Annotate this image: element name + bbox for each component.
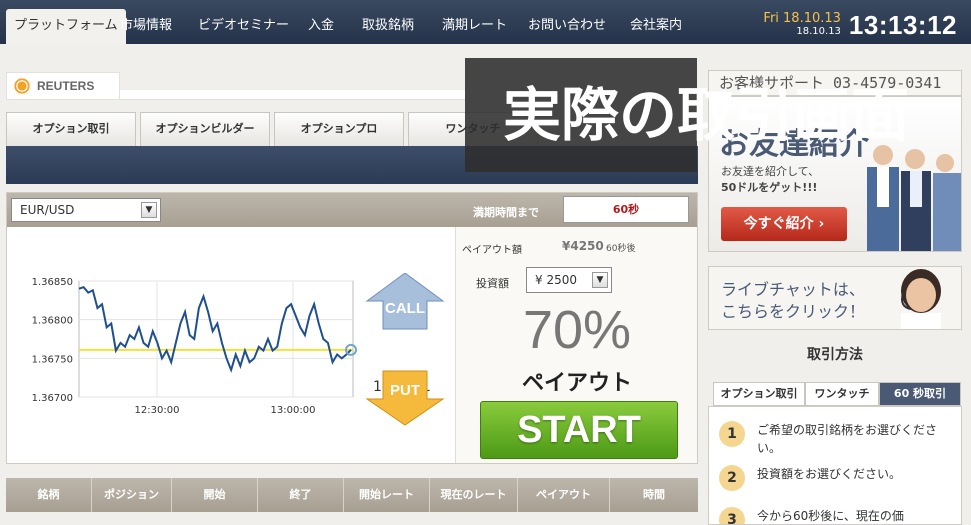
howto-tab-option[interactable]: オプション取引 [713, 382, 805, 406]
call-button[interactable]: CALL [365, 273, 445, 331]
col-position: ポジション [92, 478, 172, 512]
nav-expiry-rates[interactable]: 満期レート [434, 9, 515, 44]
chevron-down-icon[interactable]: ▼ [592, 272, 608, 288]
refer-now-button[interactable]: 今すぐ紹介 › [721, 207, 847, 241]
live-chat-banner[interactable]: ライブチャットは、 こちらをクリック！ [708, 266, 962, 330]
step-text: ご希望の取引銘柄をお選びください。 [757, 423, 938, 455]
currency-pair-select[interactable]: EUR/USD ▼ [11, 198, 161, 222]
clock: Fri 18.10.13 18.10.13 13:13:12 [763, 10, 957, 40]
howto-title: 取引方法 [807, 347, 863, 363]
col-start: 開始 [172, 478, 258, 512]
step-number: 2 [719, 465, 745, 491]
reuters-dot-icon [13, 77, 31, 95]
clock-date: Fri 18.10.13 18.10.13 [763, 12, 841, 38]
invest-label: 投資額 [476, 277, 509, 290]
currency-pair-value: EUR/USD [20, 203, 75, 217]
clock-time: 13:13:12 [848, 9, 957, 40]
start-button[interactable]: START [480, 401, 678, 459]
tab-option-builder[interactable]: オプションビルダー [140, 112, 270, 146]
chart-plot-area [78, 280, 354, 398]
put-label: PUT [390, 382, 420, 399]
nav-contact[interactable]: お問い合わせ [520, 9, 614, 44]
operator-image [901, 269, 941, 329]
payout-percent: 70% [522, 300, 632, 360]
expire-label: 満期時間まで [473, 206, 539, 219]
payout-label: ペイアウト額 [462, 245, 522, 256]
x-tick-label: 13:00:00 [271, 405, 316, 416]
step-text: 今から60秒後に、現在の価 [757, 509, 904, 523]
y-tick-label: 1.36750 [32, 354, 73, 365]
y-tick-label: 1.36850 [32, 277, 73, 288]
howto-tabs: オプション取引 ワンタッチ 60 秒取引 [713, 382, 961, 406]
y-tick-label: 1.36700 [32, 393, 73, 404]
step-number: 1 [719, 421, 745, 447]
step-number: 3 [719, 507, 745, 524]
top-navigation: プラットフォーム 市場情報 ビデオセミナー 入金 取扱銘柄 満期レート お問い合… [0, 0, 971, 44]
chat-text: ライブチャットは、 こちらをクリック！ [721, 279, 865, 323]
col-current-rate: 現在のレート [430, 478, 518, 512]
reuters-logo: REUTERS [6, 72, 120, 100]
tab-option-pro[interactable]: オプションプロ [274, 112, 404, 146]
people-image [867, 145, 961, 251]
chevron-down-icon[interactable]: ▼ [141, 202, 157, 218]
howto-step: 3 今から60秒後に、現在の価 [719, 507, 947, 524]
howto-step: 2 投資額をお選びください。 [719, 465, 947, 491]
howto-tab-onetouch[interactable]: ワンタッチ [805, 382, 879, 406]
put-button[interactable]: PUT [365, 369, 445, 427]
promo-line1: お友達を紹介して、 [721, 165, 820, 178]
y-tick-label: 1.36800 [32, 316, 73, 327]
promo-line2: 50ドルをゲット!!! [721, 181, 818, 194]
positions-table-header: 銘柄 ポジション 開始 終了 開始レート 現在のレート ペイアウト 時間 [6, 478, 698, 512]
overlay-caption: 実際の取引画面 [465, 58, 909, 172]
chat-line1: ライブチャットは、 [721, 280, 865, 299]
col-payout: ペイアウト [518, 478, 610, 512]
howto-step: 1 ご希望の取引銘柄をお選びください。 [719, 421, 947, 457]
header-ticker [120, 90, 465, 100]
nav-market-info[interactable]: 市場情報 [112, 9, 180, 44]
nav-video-seminar[interactable]: ビデオセミナー [190, 9, 297, 44]
invest-select[interactable]: ¥ 2500 ▼ [526, 267, 612, 293]
panel-header: EUR/USD ▼ 満期時間まで 60秒 [7, 193, 697, 227]
chart-svg: 1.36850 1.36800 1.36750 1.36700 12:30:00 13:0… [32, 277, 357, 416]
x-tick-label: 12:30:00 [135, 405, 180, 416]
price-chart: 1.36850 1.36800 1.36750 1.36700 12:30:00 13:0… [7, 227, 455, 463]
step-text: 投資額をお選びください。 [757, 467, 902, 481]
trading-panel: EUR/USD ▼ 満期時間まで 60秒 1.36850 1.36800 1.367… [6, 192, 698, 464]
howto-steps: 1 ご希望の取引銘柄をお選びください。 2 投資額をお選びください。 3 今から… [708, 406, 962, 525]
col-end: 終了 [258, 478, 344, 512]
payout-amount: ¥4250 [562, 239, 604, 253]
nav-platform[interactable]: プラットフォーム [6, 9, 126, 44]
invest-value: ¥ 2500 [535, 273, 577, 287]
col-time: 時間 [643, 488, 665, 501]
call-label: CALL [385, 300, 425, 317]
trade-controls: ペイアウト額 ¥4250 60秒後 投資額 ¥ 2500 ▼ 70% ペイアウト… [455, 227, 697, 463]
nav-deposit[interactable]: 入金 [300, 9, 342, 44]
expire-value: 60秒 [563, 196, 689, 223]
clock-date-small: 18.10.13 [796, 26, 841, 37]
payout-suffix: 60秒後 [606, 244, 636, 254]
col-start-rate: 開始レート [344, 478, 430, 512]
nav-instruments[interactable]: 取扱銘柄 [354, 9, 422, 44]
clock-day: Fri 18.10.13 [763, 11, 841, 26]
col-symbol: 銘柄 [6, 478, 92, 512]
nav-company[interactable]: 会社案内 [622, 9, 690, 44]
howto-tab-60sec[interactable]: 60 秒取引 [879, 382, 961, 406]
reuters-logo-text: REUTERS [37, 79, 95, 93]
tab-option-trading[interactable]: オプション取引 [6, 112, 136, 146]
chat-line2: こちらをクリック！ [721, 302, 866, 321]
payout-text: ペイアウト [521, 371, 632, 396]
